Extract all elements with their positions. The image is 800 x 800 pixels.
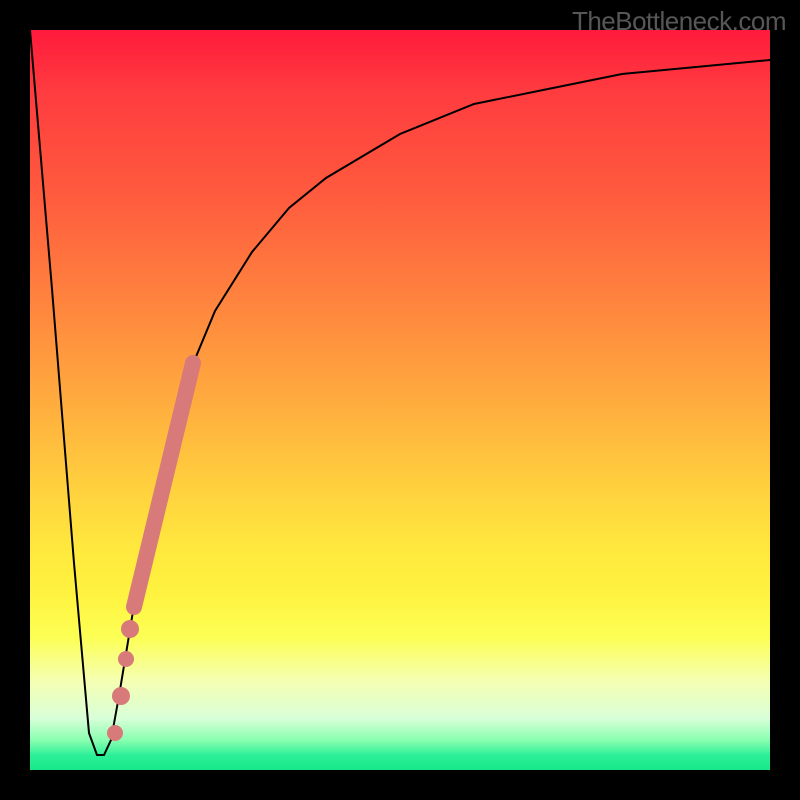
bottleneck-curve — [30, 30, 770, 755]
plot-area — [30, 30, 770, 770]
chart-frame: TheBottleneck.com — [0, 0, 800, 800]
highlight-dot — [112, 687, 130, 705]
curve-layer — [30, 30, 770, 770]
highlight-dot — [118, 651, 134, 667]
highlight-dot — [121, 620, 139, 638]
highlight-segment — [134, 363, 193, 607]
highlight-dot — [107, 725, 123, 741]
